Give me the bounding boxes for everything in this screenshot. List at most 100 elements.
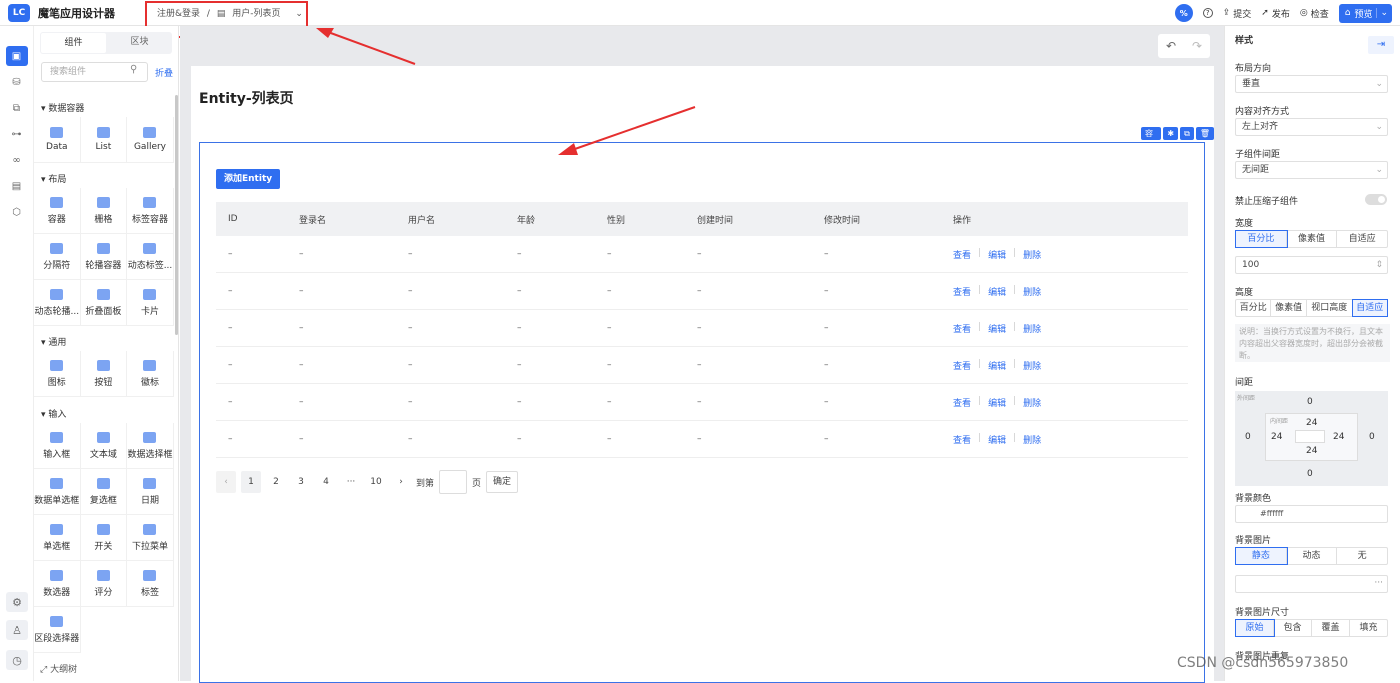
view-link[interactable]: 查看 [953,285,971,298]
copy-icon[interactable]: ⧉ [1180,127,1194,140]
view-link[interactable]: 查看 [953,248,971,261]
bg-size-option[interactable]: 覆盖 [1312,620,1350,636]
add-entity-button[interactable]: 添加Entity [216,169,281,189]
panel-scrollbar[interactable] [175,95,178,335]
delete-link[interactable]: 删除 [1023,322,1041,335]
padding-right[interactable]: 24 [1333,432,1344,442]
collapse-panel-icon[interactable]: ⇥ [1368,36,1394,54]
component-item[interactable]: 折叠面板 [80,280,128,326]
category-input[interactable]: ▾ 输入 [41,407,66,420]
delete-link[interactable]: 删除 [1023,359,1041,372]
fold-button[interactable]: 折叠 [155,66,173,79]
component-item[interactable]: Data [34,117,81,163]
component-item[interactable]: 数据单选框 [34,469,81,515]
width-option[interactable]: 百分比 [1235,230,1288,248]
flow-icon[interactable]: ⧉ [6,98,28,118]
view-link[interactable]: 查看 [953,433,971,446]
component-item[interactable]: 日期 [127,469,174,515]
layout-direction-select[interactable]: 垂直 ⌄ [1235,75,1388,93]
edit-link[interactable]: 编辑 [988,285,1006,298]
bg-size-option[interactable]: 原始 [1235,619,1275,637]
page-button[interactable]: 4 [316,471,336,493]
user-icon[interactable]: ♙ [6,620,28,640]
tree-icon[interactable]: ⊶ [6,124,28,144]
width-option[interactable]: 自适应 [1337,231,1387,247]
chevron-down-icon[interactable]: ⌄ [1376,8,1388,18]
bg-image-option[interactable]: 动态 [1287,548,1338,564]
link-icon[interactable]: ∞ [6,150,28,170]
container-tag[interactable]: 容器 [1141,127,1162,151]
component-item[interactable]: 文本域 [80,423,128,469]
component-item[interactable]: List [80,117,128,163]
edit-link[interactable]: 编辑 [988,433,1006,446]
bg-image-input[interactable]: ··· [1235,575,1388,593]
component-item[interactable]: 评分 [80,561,128,607]
category-data-container[interactable]: ▾ 数据容器 [41,101,84,114]
tab-components[interactable]: 组件 [41,33,106,53]
database-icon[interactable]: ⛁ [6,72,28,92]
padding-left[interactable]: 24 [1271,432,1282,442]
search-icon[interactable]: ⚲ [130,64,137,75]
component-item[interactable]: 容器 [34,188,81,234]
page-button[interactable]: 1 [241,471,261,493]
component-item[interactable]: 数据选择框 [127,423,174,469]
category-general[interactable]: ▾ 通用 [41,335,66,348]
tab-blocks[interactable]: 区块 [107,32,172,54]
component-item[interactable]: Gallery [127,117,174,163]
width-option[interactable]: 像素值 [1287,231,1338,247]
check-button[interactable]: ◎ 检查 [1300,7,1329,20]
submit-button[interactable]: ⇪ 提交 [1223,7,1252,20]
delete-link[interactable]: 删除 [1023,248,1041,261]
delete-link[interactable]: 删除 [1023,396,1041,409]
height-option[interactable]: 自适应 [1351,299,1389,317]
edit-link[interactable]: 编辑 [988,248,1006,261]
outline-tree-button[interactable]: ⤢ 大纲树 [40,662,77,675]
category-layout[interactable]: ▾ 布局 [41,172,66,185]
component-item[interactable]: 下拉菜单 [127,515,174,561]
component-item[interactable]: 开关 [80,515,128,561]
settings-icon[interactable]: ⚙ [6,592,28,612]
edit-link[interactable]: 编辑 [988,396,1006,409]
clock-icon[interactable]: ◷ [6,650,28,670]
prev-page-icon[interactable]: ‹ [216,471,236,493]
storage-icon[interactable]: ▤ [6,176,28,196]
component-item[interactable]: 卡片 [127,280,174,326]
component-item[interactable]: 按钮 [80,351,128,397]
confirm-button[interactable]: 确定 [486,471,519,493]
component-item[interactable]: 标签容器 [127,188,174,234]
preview-button[interactable]: ⌂ 预览 ⌄ [1338,3,1392,23]
page-button[interactable]: 10 [366,471,386,493]
component-item[interactable]: 标签 [127,561,174,607]
page-button[interactable]: 2 [266,471,286,493]
stepper-icon[interactable]: ⇕ [1375,257,1383,273]
component-item[interactable]: 徽标 [127,351,174,397]
component-item[interactable]: 动态标签... [127,234,174,280]
component-item[interactable]: 数选器 [34,561,81,607]
delete-icon[interactable]: 🗑 [1195,127,1214,140]
more-icon[interactable]: ··· [1374,578,1383,588]
bg-image-option[interactable]: 无 [1337,548,1387,564]
redo-icon[interactable]: ↷ [1192,39,1202,53]
margin-left[interactable]: 0 [1245,432,1251,442]
view-link[interactable]: 查看 [953,322,971,335]
bg-color-input[interactable]: #ffffff [1235,505,1388,523]
undo-icon[interactable]: ↶ [1166,39,1176,53]
help-button[interactable]: ? [1202,8,1213,18]
pin-icon[interactable]: ✱ [1163,127,1179,140]
bg-size-option[interactable]: 包含 [1274,620,1312,636]
height-option[interactable]: 视口高度 [1307,300,1353,316]
delete-link[interactable]: 删除 [1023,285,1041,298]
component-item[interactable]: 栅格 [80,188,128,234]
cube-icon[interactable]: ⬡ [6,202,28,222]
margin-right[interactable]: 0 [1369,432,1375,442]
component-item[interactable]: 区段选择器 [34,607,81,653]
component-item[interactable]: 图标 [34,351,81,397]
child-gap-select[interactable]: 无间距 ⌄ [1235,161,1388,179]
margin-bottom[interactable]: 0 [1307,469,1313,479]
edit-link[interactable]: 编辑 [988,322,1006,335]
component-item[interactable]: 单选框 [34,515,81,561]
view-link[interactable]: 查看 [953,396,971,409]
publish-button[interactable]: ➚ 发布 [1261,7,1290,20]
height-option[interactable]: 像素值 [1271,300,1307,316]
view-link[interactable]: 查看 [953,359,971,372]
